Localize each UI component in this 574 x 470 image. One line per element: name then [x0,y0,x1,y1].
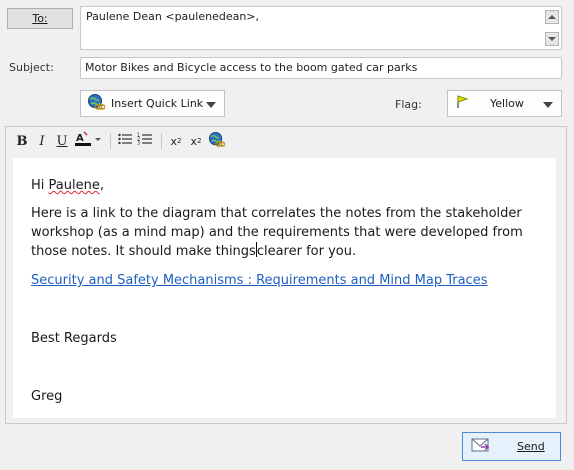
scroll-down-button[interactable] [545,32,559,46]
chevron-down-icon [206,102,216,108]
toolbar-separator [161,133,162,149]
message-editor: B I U A 1 2 3 x 2 x 2 Hi Paulene, Here i… [5,126,567,424]
scroll-up-button[interactable] [545,10,559,24]
insert-quick-link-label: Insert Quick Link [111,97,204,110]
greeting-prefix: Hi [31,178,49,193]
diagram-link[interactable]: Security and Safety Mechanisms : Require… [31,271,539,290]
flag-label: Flag: [395,98,422,111]
underline-button[interactable]: U [53,131,71,151]
send-envelope-icon [471,438,490,455]
font-color-button[interactable]: A [73,131,103,151]
underline-label: U [56,133,68,149]
send-button[interactable]: Send [462,432,561,461]
to-value: Paulene Dean <paulenedean>, [86,10,260,23]
bullet-list-icon [117,131,133,151]
globe-link-icon [208,131,226,152]
superscript-mark: 2 [177,137,182,145]
bold-button[interactable]: B [13,131,31,151]
paragraph-text-end: clearer for you. [256,244,357,259]
signature: Greg [31,389,63,404]
subject-input[interactable]: Motor Bikes and Bicycle access to the bo… [80,57,562,79]
format-toolbar: B I U A 1 2 3 x 2 x 2 [6,127,566,155]
svg-text:A: A [76,133,84,144]
italic-button[interactable]: I [33,131,51,151]
font-color-icon: A [74,130,102,152]
subject-label: Subject: [9,61,54,74]
to-field[interactable]: Paulene Dean <paulenedean>, [80,6,562,50]
subscript-button[interactable]: x2 [187,131,205,151]
body-paragraph: Here is a link to the diagram that corre… [31,204,539,261]
bullet-list-button[interactable] [116,131,134,151]
greeting-suffix: , [99,178,104,193]
italic-label: I [39,133,45,149]
message-body[interactable]: Hi Paulene, Here is a link to the diagra… [13,158,556,418]
greeting-name: Paulene [48,178,100,193]
to-button[interactable]: To: [7,8,73,29]
chevron-down-icon [543,102,553,108]
flag-selected-value: Yellow [490,97,524,110]
subscript-mark: 2 [197,137,202,145]
send-label: Send [517,440,545,453]
insert-quick-link-dropdown[interactable]: Insert Quick Link [80,90,225,117]
insert-link-button[interactable] [207,131,226,152]
to-button-label: To: [32,12,48,25]
closing-regards: Best Regards [31,331,117,346]
toolbar-separator [110,133,111,149]
numbered-list-icon: 1 2 3 [137,131,153,151]
arrow-up-icon [548,15,556,19]
numbered-list-button[interactable]: 1 2 3 [136,131,154,151]
flag-icon [456,95,469,112]
bold-label: B [16,133,28,149]
globe-link-icon [87,93,106,114]
flag-dropdown[interactable]: Yellow [447,90,562,117]
arrow-down-icon [548,37,556,41]
greeting-line: Hi Paulene, [31,176,539,195]
svg-text:3: 3 [137,141,140,147]
superscript-button[interactable]: x2 [167,131,185,151]
